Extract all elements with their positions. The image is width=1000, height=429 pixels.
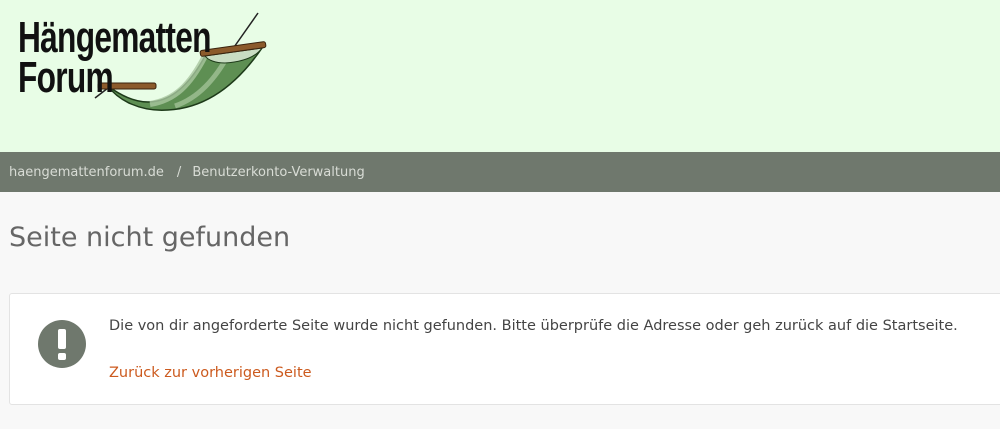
- logo-line-1: Hängematten: [18, 13, 211, 62]
- page-title: Seite nicht gefunden: [9, 222, 291, 253]
- breadcrumb-separator: /: [176, 164, 182, 180]
- site-header: Hängematten Forum: [0, 0, 1000, 152]
- logo-line-2: Forum: [18, 53, 114, 102]
- error-notice: Die von dir angeforderte Seite wurde nic…: [9, 293, 1000, 405]
- breadcrumb-home-link[interactable]: haengematten­forum.de: [9, 165, 164, 180]
- back-link[interactable]: Zurück zur vorherigen Seite: [109, 365, 312, 381]
- breadcrumb: haengematten­forum.de / Benutzerkonto-Ve…: [0, 152, 1000, 192]
- exclamation-icon: [38, 320, 86, 368]
- main-content: Seite nicht gefunden Die von dir angefor…: [0, 192, 1000, 429]
- site-logo[interactable]: Hängematten Forum: [0, 0, 280, 152]
- breadcrumb-account-link[interactable]: Benutzerkonto-Verwaltung: [192, 165, 364, 180]
- logo-text: Hängematten Forum: [18, 13, 211, 102]
- error-message: Die von dir angeforderte Seite wurde nic…: [109, 318, 958, 334]
